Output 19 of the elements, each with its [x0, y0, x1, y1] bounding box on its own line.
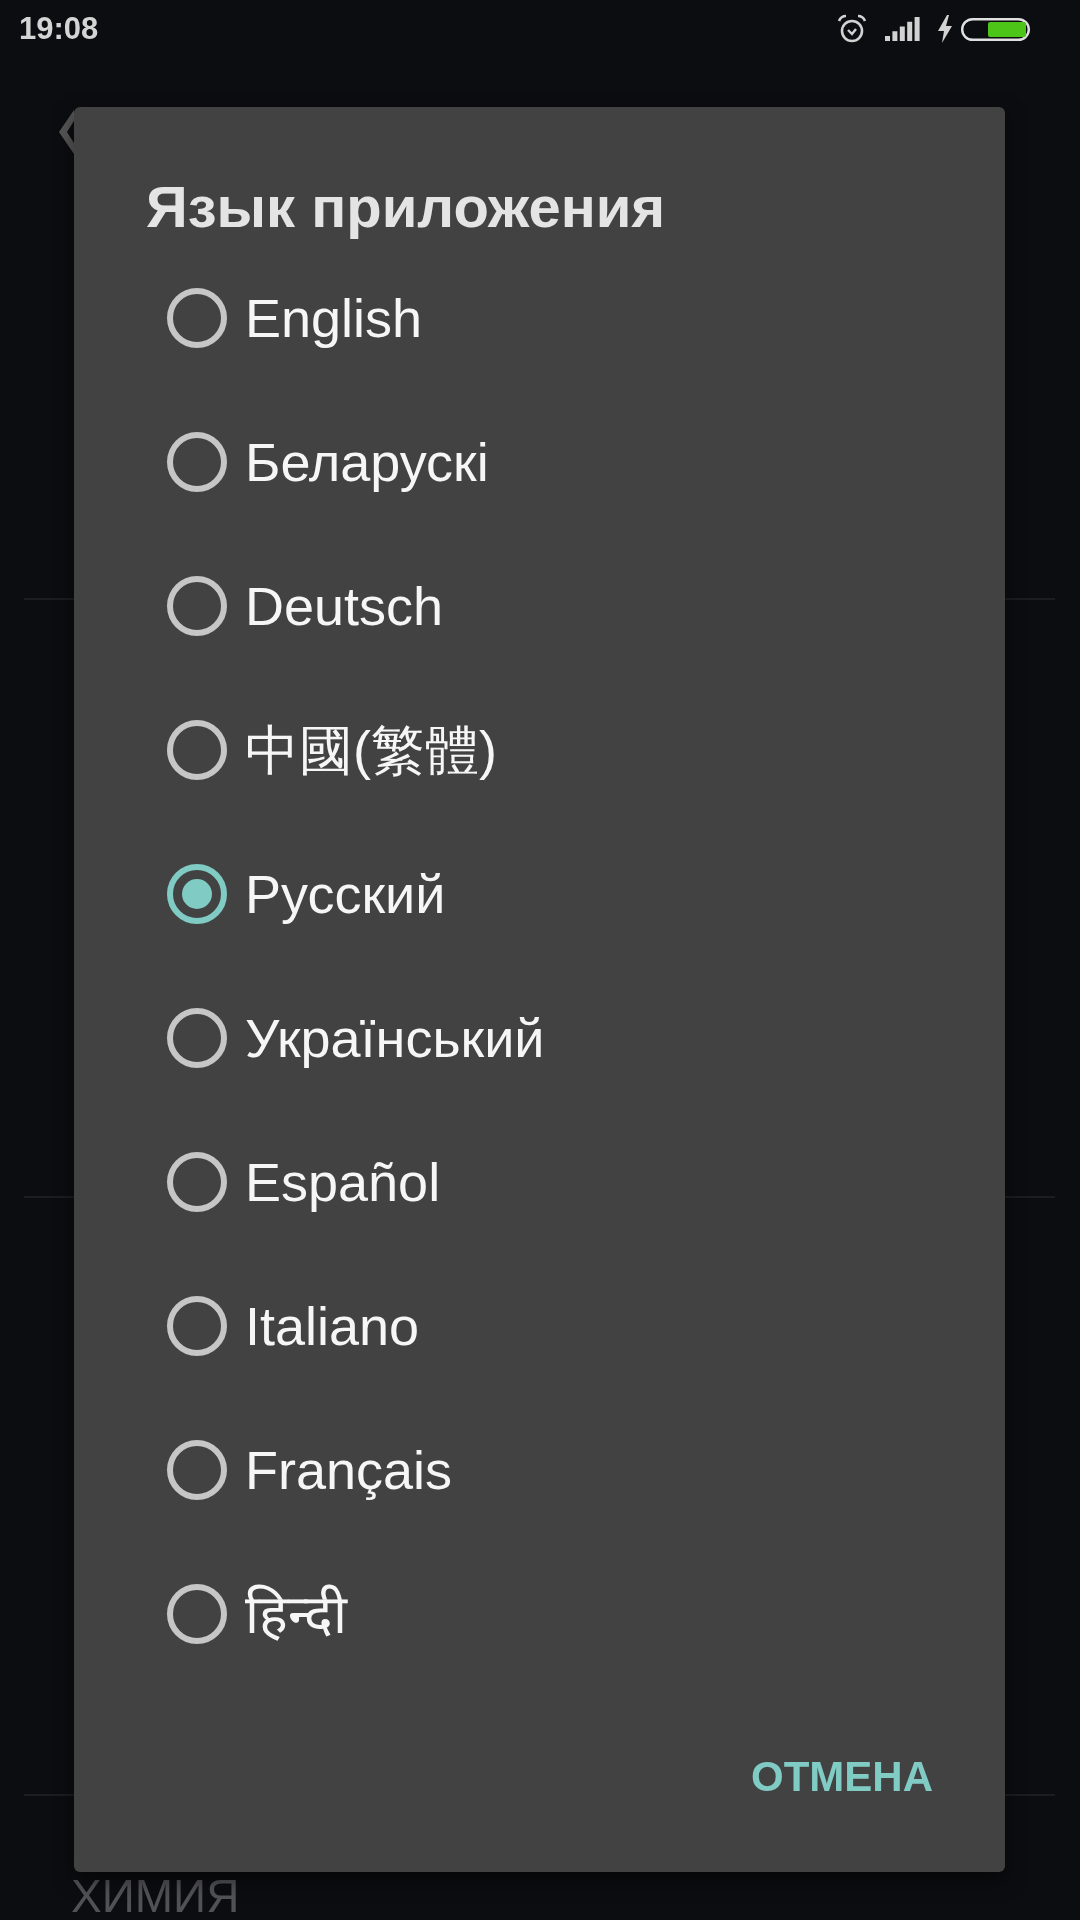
language-option[interactable]: Український [167, 1005, 545, 1071]
battery-icon [961, 17, 1030, 41]
language-option[interactable]: 中國(繁體) [167, 717, 497, 783]
alarm-clock-icon [837, 14, 867, 44]
lightning-bolt-icon [937, 15, 953, 43]
language-option[interactable]: Русский [167, 861, 446, 927]
language-option[interactable]: Français [167, 1437, 453, 1503]
dialog-title: Язык приложения [146, 173, 666, 241]
language-option[interactable]: हिन्दी [167, 1581, 347, 1647]
back-arrow-icon [59, 110, 74, 154]
status-time: 19:08 [19, 11, 99, 47]
language-option[interactable]: Deutsch [167, 573, 444, 639]
cancel-button[interactable]: ОТМЕНА [727, 1728, 957, 1826]
language-option[interactable]: Italiano [167, 1293, 420, 1359]
section-heading: ХИМИЯ [71, 1874, 240, 1918]
language-option[interactable]: English [167, 285, 423, 351]
signal-bars-icon [885, 17, 921, 41]
language-option[interactable]: Беларускі [167, 429, 489, 495]
language-option[interactable]: Español [167, 1149, 441, 1215]
